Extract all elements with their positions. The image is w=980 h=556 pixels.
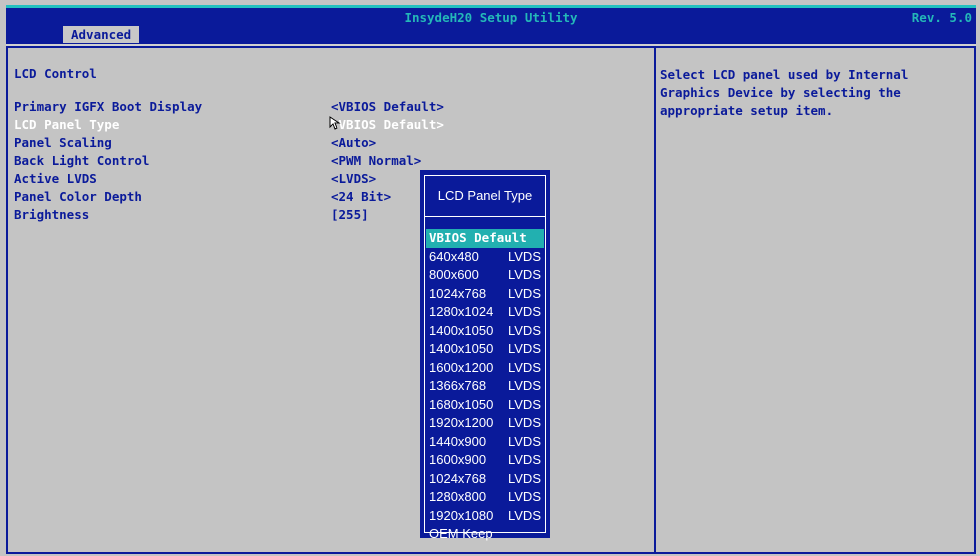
- option-resolution: 1024x768: [429, 285, 487, 301]
- option-type: LVDS: [508, 267, 541, 282]
- popup-option[interactable]: 1024x768 LVDS: [426, 285, 544, 304]
- popup-divider: [425, 216, 545, 217]
- option-type: LVDS: [508, 285, 541, 301]
- option-resolution: 800x600: [429, 267, 479, 282]
- lcd-panel-type-popup[interactable]: LCD Panel Type VBIOS Default 640x480 LVDS 8…: [420, 170, 550, 541]
- app-title: InsydeH20 Setup Utility: [404, 10, 578, 25]
- setting-value[interactable]: <24 Bit>: [331, 188, 391, 206]
- setting-value[interactable]: <Auto>: [331, 134, 376, 152]
- option-type: LVDS: [508, 322, 541, 338]
- option-resolution: 1366x768: [429, 378, 487, 393]
- popup-option[interactable]: 1680x1050 LVDS: [426, 396, 544, 415]
- setting-label: Active LVDS: [14, 171, 97, 186]
- option-resolution: 1400x1050: [429, 341, 494, 356]
- setting-label: Panel Color Depth: [14, 189, 142, 204]
- option-resolution: 1280x800: [429, 489, 487, 504]
- popup-option[interactable]: OEM Keep: [426, 525, 544, 544]
- tab-advanced[interactable]: Advanced: [63, 26, 140, 43]
- title-bar: InsydeH20 Setup Utility Rev. 5.0: [6, 5, 976, 25]
- popup-title: LCD Panel Type: [437, 188, 533, 203]
- section-title: LCD Control: [14, 66, 97, 81]
- option-type: LVDS: [508, 433, 541, 449]
- option-type: LVDS: [508, 378, 541, 393]
- setting-value[interactable]: <VBIOS Default>: [331, 116, 444, 134]
- popup-option[interactable]: 1440x900 LVDS: [426, 433, 544, 452]
- popup-option-list: VBIOS Default 640x480 LVDS 800x600 LVDS 1024x…: [426, 229, 544, 544]
- popup-option[interactable]: 1600x900 LVDS: [426, 451, 544, 470]
- setting-label: Back Light Control: [14, 153, 150, 168]
- setting-label: LCD Panel Type: [14, 117, 120, 132]
- option-resolution: 640x480: [429, 248, 479, 264]
- option-resolution: 1600x900: [429, 452, 487, 467]
- option-type: LVDS: [508, 304, 541, 319]
- option-resolution: 1920x1200: [429, 415, 494, 430]
- option-type: LVDS: [508, 452, 541, 467]
- popup-option[interactable]: 1280x1024 LVDS: [426, 303, 544, 322]
- mouse-pointer-icon: [329, 116, 341, 130]
- popup-option[interactable]: 1400x1050 LVDS: [426, 340, 544, 359]
- popup-option[interactable]: 1366x768 LVDS: [426, 377, 544, 396]
- setting-label: Primary IGFX Boot Display: [14, 99, 203, 114]
- option-type: LVDS: [508, 507, 541, 523]
- popup-option[interactable]: VBIOS Default: [426, 229, 544, 248]
- option-resolution: 1280x1024: [429, 304, 494, 319]
- help-divider: [654, 48, 656, 552]
- popup-option[interactable]: 640x480 LVDS: [426, 248, 544, 267]
- option-type: LVDS: [508, 415, 541, 430]
- option-resolution: 1600x1200: [429, 359, 494, 375]
- tab-bar: Advanced: [6, 25, 976, 46]
- setting-value[interactable]: <LVDS>: [331, 170, 376, 188]
- setting-label: Brightness: [14, 207, 90, 222]
- option-type: LVDS: [508, 396, 541, 412]
- option-resolution: 1400x1050: [429, 322, 494, 338]
- option-resolution: 1024x768: [429, 470, 487, 486]
- option-type: LVDS: [508, 359, 541, 375]
- popup-option[interactable]: 1920x1080 LVDS: [426, 507, 544, 526]
- popup-option[interactable]: 800x600 LVDS: [426, 266, 544, 285]
- popup-option[interactable]: 1024x768 LVDS: [426, 470, 544, 489]
- option-resolution: 1440x900: [429, 433, 487, 449]
- popup-option[interactable]: 1280x800 LVDS: [426, 488, 544, 507]
- popup-option[interactable]: 1600x1200 LVDS: [426, 359, 544, 378]
- option-type: LVDS: [508, 489, 541, 504]
- popup-frame: LCD Panel Type VBIOS Default 640x480 LVDS 8…: [424, 175, 546, 541]
- help-text: Select LCD panel used by Internal Graphi…: [660, 67, 909, 118]
- setting-label: Panel Scaling: [14, 135, 112, 150]
- option-resolution: 1920x1080: [429, 507, 494, 523]
- option-type: LVDS: [508, 341, 541, 356]
- option-type: LVDS: [508, 248, 541, 264]
- option-resolution: 1680x1050: [429, 396, 494, 412]
- option-type: LVDS: [508, 470, 541, 486]
- setting-value[interactable]: <PWM Normal>: [331, 152, 421, 170]
- popup-option[interactable]: 1920x1200 LVDS: [426, 414, 544, 433]
- popup-option[interactable]: 1400x1050 LVDS: [426, 322, 544, 341]
- setting-value[interactable]: [255]: [331, 206, 369, 224]
- setting-value[interactable]: <VBIOS Default>: [331, 98, 444, 116]
- option-resolution: OEM Keep: [429, 526, 493, 541]
- revision-label: Rev. 5.0: [911, 10, 972, 25]
- option-resolution: VBIOS Default: [429, 230, 527, 245]
